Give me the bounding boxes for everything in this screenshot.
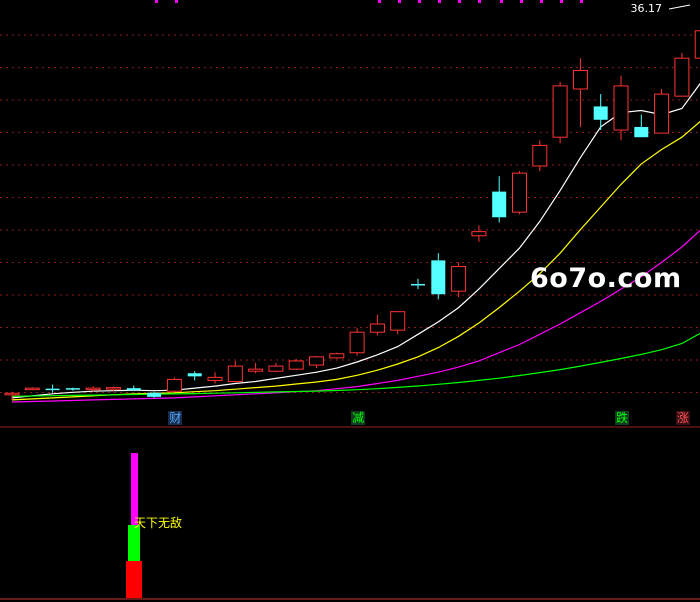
candle-body (106, 387, 121, 390)
candle-body (532, 144, 548, 167)
candle-body (329, 353, 345, 359)
last-price-label: 36.17 (630, 2, 663, 15)
top-tick-mark (500, 0, 503, 3)
candle-body (65, 388, 80, 390)
top-tick-mark (398, 0, 401, 3)
candle-body (349, 331, 365, 354)
signal-marker: 财 (168, 411, 183, 425)
signal-marker: 跌 (615, 411, 630, 425)
candle-body (512, 172, 527, 213)
candle-body (309, 356, 324, 366)
top-tick-mark (458, 0, 461, 3)
candle-body (674, 57, 690, 97)
price-pointer (668, 4, 691, 10)
top-tick-mark (378, 0, 381, 3)
candle-body (248, 368, 264, 372)
candle-body (552, 85, 568, 138)
candle-body (227, 365, 243, 382)
indicator-bar-segment (126, 561, 142, 598)
candle-body (613, 85, 629, 131)
candle-body (572, 70, 588, 90)
ma-line-1 (11, 120, 700, 401)
candle-body (147, 392, 162, 397)
signal-marker: 减 (351, 411, 366, 425)
candle-body (654, 93, 670, 134)
candle-body (492, 191, 507, 218)
candle-body (207, 376, 223, 381)
candle-body (369, 323, 385, 333)
candle-body (431, 260, 446, 295)
candle-body (85, 387, 101, 391)
top-tick-mark (438, 0, 441, 3)
candle-body (471, 231, 487, 237)
top-tick-mark (580, 0, 583, 3)
candle-body (411, 283, 425, 286)
candle-body (593, 106, 608, 120)
candle-body (187, 373, 202, 377)
candle-body (24, 387, 40, 391)
candle-body (268, 365, 284, 372)
indicator-label: 天下无敌 (134, 516, 183, 530)
watermark-text: 6o7o.com (530, 263, 682, 294)
chart-canvas: 36.17 6o7o.com 天下无敌 财 减 跌 涨 (0, 0, 700, 602)
candle-body (166, 378, 182, 392)
top-tick-mark (175, 0, 178, 3)
top-tick-mark (478, 0, 481, 3)
candlestick-chart (0, 0, 700, 600)
candle-body (451, 266, 467, 292)
top-tick-mark (540, 0, 543, 3)
candle-body (634, 126, 649, 138)
candle-body (45, 388, 60, 391)
top-tick-mark (560, 0, 563, 3)
top-tick-mark (418, 0, 421, 3)
candle-body (288, 360, 304, 370)
top-tick-mark (155, 0, 158, 3)
candle-body (126, 388, 141, 391)
signal-marker: 涨 (675, 411, 690, 425)
top-tick-mark (520, 0, 523, 3)
candle-body (390, 311, 406, 331)
candle-body (4, 392, 20, 396)
candle-body (694, 30, 700, 59)
